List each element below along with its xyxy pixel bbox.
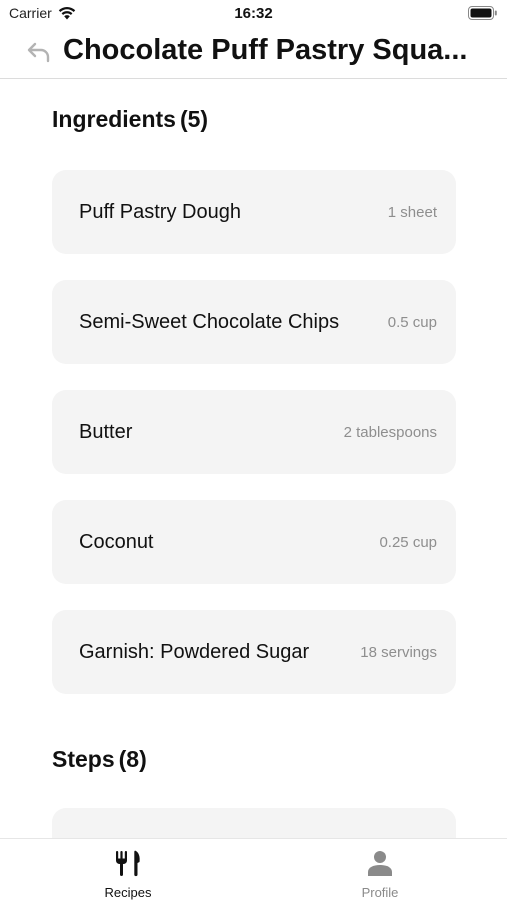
ingredient-quantity: 0.25 cup: [379, 533, 437, 551]
back-button[interactable]: [26, 40, 54, 66]
back-arrow-icon: [27, 42, 50, 63]
ingredient-name: Coconut: [79, 530, 154, 553]
ingredient-name: Semi-Sweet Chocolate Chips: [79, 310, 340, 333]
ingredient-row[interactable]: Semi-Sweet Chocolate Chips 0.5 cup: [52, 280, 456, 364]
ingredient-row[interactable]: Butter 2 tablespoons: [52, 390, 456, 474]
tab-profile-label: Profile: [361, 885, 399, 900]
ingredients-count: (5): [179, 106, 209, 132]
tab-profile[interactable]: Profile: [305, 839, 455, 900]
status-time: 16:32: [234, 5, 273, 22]
ingredient-row[interactable]: Coconut 0.25 cup: [52, 500, 456, 584]
ingredients-heading-label: Ingredients: [52, 106, 176, 132]
steps-count: (8): [118, 746, 147, 772]
status-bar: Carrier 16:32: [0, 0, 507, 28]
page-title: Chocolate Puff Pastry Squa...: [63, 34, 468, 66]
person-icon: [368, 851, 392, 876]
ingredient-name: Butter: [79, 420, 133, 443]
recipe-detail-screen: Carrier 16:32 Chocolate Puff Pastry Squa…: [0, 0, 507, 900]
tab-bar: Recipes Profile: [0, 838, 507, 900]
ingredients-heading: Ingredients (5): [52, 105, 208, 133]
navigation-header: Chocolate Puff Pastry Squa...: [0, 28, 507, 78]
ingredient-quantity: 2 tablespoons: [343, 423, 437, 441]
fork-knife-icon: [116, 850, 140, 877]
ingredient-quantity: 0.5 cup: [387, 313, 437, 331]
ingredient-row[interactable]: Garnish: Powdered Sugar 18 servings: [52, 610, 456, 694]
ingredient-quantity: 1 sheet: [387, 203, 437, 221]
steps-heading: Steps (8): [52, 745, 147, 773]
ingredient-list: Puff Pastry Dough 1 sheet Semi-Sweet Cho…: [52, 170, 456, 720]
steps-heading-label: Steps: [52, 746, 115, 772]
ingredient-name: Garnish: Powdered Sugar: [79, 640, 310, 663]
ingredient-row[interactable]: Puff Pastry Dough 1 sheet: [52, 170, 456, 254]
tab-recipes[interactable]: Recipes: [53, 839, 203, 900]
tab-recipes-label: Recipes: [104, 885, 152, 900]
ingredient-quantity: 18 servings: [360, 643, 437, 661]
ingredient-name: Puff Pastry Dough: [79, 200, 241, 223]
header-divider: [0, 78, 507, 79]
battery-icon: [468, 6, 497, 20]
